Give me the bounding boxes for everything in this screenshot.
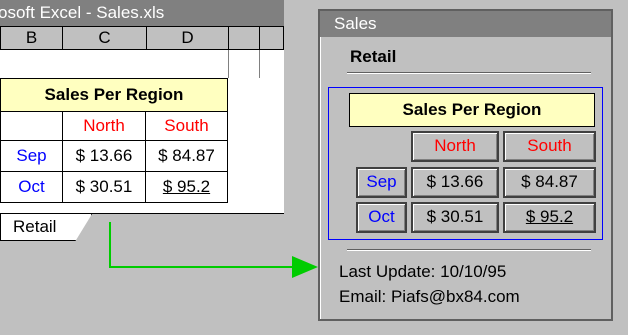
preview-sep-south: $ 84.87	[503, 167, 596, 198]
email-text: Email: Piafs@bx84.com	[339, 287, 520, 306]
preview-header-south: South	[503, 131, 596, 162]
divider	[347, 72, 591, 74]
preview-heading: Retail	[350, 47, 397, 66]
last-update-text: Last Update: 10/10/95	[339, 262, 507, 281]
preview-oct-north: $ 30.51	[411, 202, 499, 233]
divider	[347, 249, 591, 251]
preview-sep-north: $ 13.66	[411, 167, 499, 198]
preview-table-title: Sales Per Region	[349, 93, 595, 127]
preview-header-north: North	[411, 131, 499, 162]
preview-row-label-sep: Sep	[356, 167, 407, 198]
preview-oct-south-value: $ 95.2	[525, 207, 574, 226]
preview-title-bar[interactable]: Sales	[320, 11, 611, 37]
preview-oct-south: $ 95.2	[503, 202, 596, 233]
preview-row-label-oct: Oct	[356, 202, 407, 233]
preview-title-text: Sales	[334, 14, 377, 33]
